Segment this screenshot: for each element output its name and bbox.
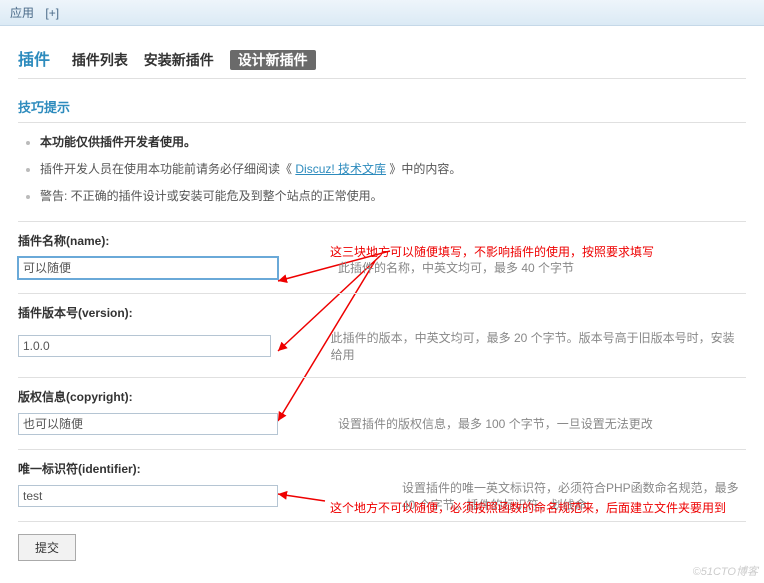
field-copyright: 版权信息(copyright): 设置插件的版权信息，最多 100 个字节，一旦… (18, 377, 746, 449)
field-version: 插件版本号(version): 此插件的版本，中英文均可，最多 20 个字节。版… (18, 293, 746, 377)
tab-plugin-list[interactable]: 插件列表 (72, 52, 128, 68)
tip-item: 本功能仅供插件开发者使用。 (40, 133, 746, 152)
submit-row: 提交 (18, 521, 746, 573)
top-bar: 应用 [+] (0, 0, 764, 26)
watermark: ©51CTO博客 (693, 563, 758, 579)
tips-list: 本功能仅供插件开发者使用。 插件开发人员在使用本功能前请务必仔细阅读《 Disc… (18, 133, 746, 207)
input-name[interactable] (18, 257, 278, 279)
app-label[interactable]: 应用 (10, 6, 34, 20)
tab-design-plugin[interactable]: 设计新插件 (230, 50, 316, 70)
field-identifier: 唯一标识符(identifier): 设置插件的唯一英文标识符，必须符合PHP函… (18, 449, 746, 521)
hint-copyright: 设置插件的版权信息，最多 100 个字节，一旦设置无法更改 (338, 415, 653, 432)
input-copyright[interactable] (18, 413, 278, 435)
label-copyright: 版权信息(copyright): (18, 388, 746, 405)
label-name: 插件名称(name): (18, 232, 746, 249)
label-identifier: 唯一标识符(identifier): (18, 460, 746, 477)
tech-library-link[interactable]: Discuz! 技术文库 (295, 162, 386, 176)
plugin-nav: 插件 插件列表 安装新插件 设计新插件 (18, 36, 746, 79)
nav-title: 插件 (18, 52, 50, 69)
add-icon[interactable]: [+] (45, 6, 59, 20)
field-name: 插件名称(name): 此插件的名称，中英文均可，最多 40 个字节 (18, 221, 746, 293)
tab-install-plugin[interactable]: 安装新插件 (144, 52, 214, 68)
hint-name: 此插件的名称，中英文均可，最多 40 个字节 (338, 259, 574, 276)
hint-version: 此插件的版本，中英文均可，最多 20 个字节。版本号高于旧版本号时，安装给用 (331, 329, 746, 363)
tip-item: 插件开发人员在使用本功能前请务必仔细阅读《 Discuz! 技术文库 》中的内容… (40, 160, 746, 179)
hint-identifier: 设置插件的唯一英文标识符，必须符合PHP函数命名规范，最多 40 个字节。插件的… (402, 479, 746, 513)
input-version[interactable] (18, 335, 271, 357)
input-identifier[interactable] (18, 485, 278, 507)
submit-button[interactable]: 提交 (18, 534, 76, 561)
tip-item: 警告: 不正确的插件设计或安装可能危及到整个站点的正常使用。 (40, 187, 746, 206)
tips-header: 技巧提示 (18, 87, 746, 123)
label-version: 插件版本号(version): (18, 304, 746, 321)
